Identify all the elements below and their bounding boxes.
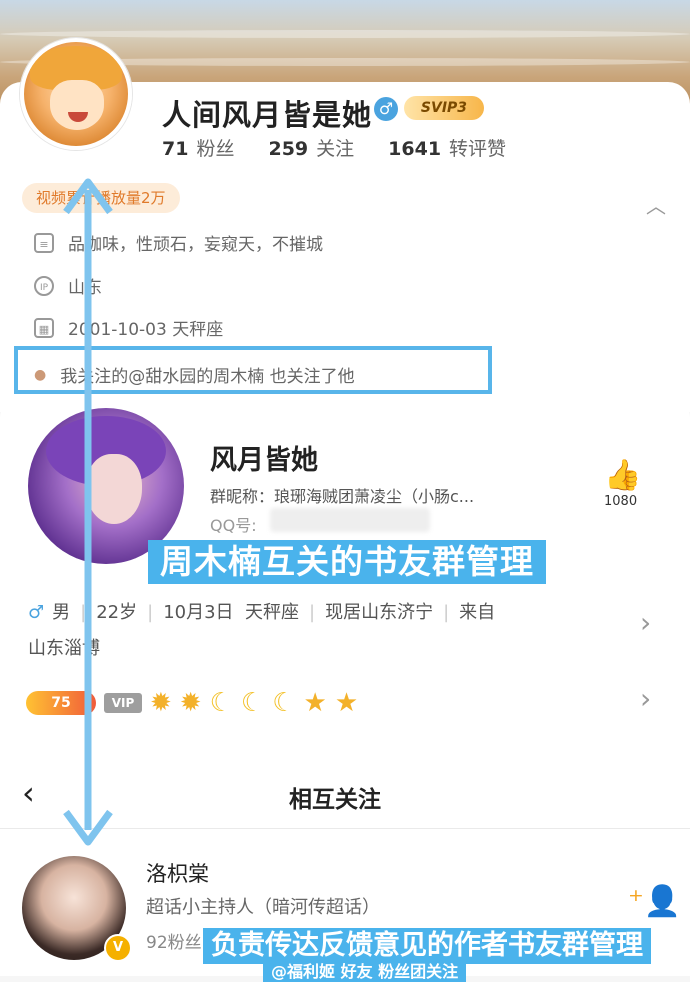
annotation-label: 周木楠互关的书友群管理	[148, 540, 546, 584]
stat-label: 关注	[316, 138, 355, 160]
avatar-face	[50, 80, 104, 130]
weibo-stats: 71 粉丝 259 关注 1641 转评赞	[162, 134, 506, 161]
separator: |	[443, 602, 450, 623]
stat-value: 1641	[388, 138, 442, 160]
moon-icon: ☾	[272, 688, 296, 718]
annotation-label: 负责传达反馈意见的作者书友群管理	[203, 928, 651, 964]
follow-user-name[interactable]: 洛枳棠	[146, 858, 209, 888]
ip-row: IP 山东	[34, 273, 102, 298]
weibo-username: 人间风月皆是她	[162, 98, 373, 132]
thumbs-up-icon[interactable]: 👍	[604, 458, 641, 493]
separator: |	[309, 602, 316, 623]
annotation-highlight-box	[14, 346, 492, 394]
vip-badge: VIP	[104, 693, 142, 713]
birthday-row: ▦ 2001-10-03 天秤座	[34, 315, 223, 340]
gender-text: 男	[52, 602, 71, 623]
back-arrow-icon[interactable]: ‹	[22, 774, 35, 812]
stat-label: 粉丝	[196, 138, 235, 160]
residence-text: 现居山东济宁	[325, 602, 434, 623]
star-icon: ★	[334, 688, 359, 718]
ip-location-icon: IP	[34, 275, 54, 296]
add-friend-icon[interactable]: ⁺👤	[628, 884, 681, 919]
star-icon: ★	[303, 688, 327, 718]
qq-badges-row[interactable]: 75 VIP ✹ ✹ ☾ ☾ ☾ ★ ★	[26, 688, 358, 718]
male-icon: ♂	[374, 97, 398, 121]
like-count: 1080	[604, 494, 638, 509]
page-title: 相互关注	[289, 787, 381, 813]
stat-following[interactable]: 259 关注	[268, 134, 354, 161]
follow-user-desc: 超话小主持人（暗河传超话）	[146, 897, 380, 918]
birthday-text: 2001-10-03 天秤座	[68, 320, 224, 340]
qq-username: 风月皆她	[210, 445, 318, 476]
annotation-label: @福利姬 好友 粉丝团关注	[263, 962, 467, 982]
sun-icon: ✹	[150, 688, 172, 718]
calendar-icon: ▦	[34, 317, 54, 338]
cover-wave	[0, 30, 690, 38]
separator: |	[80, 602, 87, 623]
age-text: 22岁	[96, 602, 138, 623]
male-icon: ♂	[28, 602, 45, 623]
separator: |	[147, 602, 154, 623]
stat-interactions[interactable]: 1641 转评赞	[388, 134, 506, 161]
hometown-text: 山东淄博	[28, 638, 100, 659]
verified-icon: V	[104, 934, 132, 962]
group-nickname: 群昵称：琅琊海贼团萧凌尘（小肠c...	[210, 487, 475, 506]
stat-value: 259	[268, 138, 309, 160]
moon-icon: ☾	[209, 688, 233, 718]
chevron-up-icon[interactable]: ︿	[646, 190, 666, 219]
qq-number-label: QQ号:	[210, 516, 257, 535]
qq-number-redacted	[270, 508, 430, 532]
bio-text: 品咖味，性顽石，妄窥天，不摧城	[68, 235, 323, 255]
hometown-label: 来自	[459, 602, 496, 623]
qq-info-line: ♂ 男 | 22岁 | 10月3日 天秤座 | 现居山东济宁 | 来自	[28, 598, 495, 624]
level-badge: 75	[26, 691, 96, 715]
bio-row: ≡ 品咖味，性顽石，妄窥天，不摧城	[34, 230, 323, 255]
stat-value: 71	[162, 138, 189, 160]
svip-badge[interactable]: SVIP3	[404, 96, 484, 120]
weibo-avatar[interactable]	[20, 38, 132, 162]
avatar-image	[20, 38, 132, 150]
stat-fans[interactable]: 71 粉丝	[162, 134, 234, 161]
sun-icon: ✹	[179, 688, 202, 718]
birthday-text: 10月3日	[163, 602, 234, 623]
divider	[0, 828, 690, 829]
document-icon: ≡	[34, 232, 54, 253]
stat-label: 转评赞	[449, 138, 507, 160]
video-play-tag[interactable]: 视频累计播放量2万	[22, 183, 180, 213]
chevron-right-icon[interactable]: ›	[640, 606, 651, 639]
moon-icon: ☾	[240, 688, 265, 718]
chevron-right-icon[interactable]: ›	[640, 682, 651, 715]
avatar-face	[86, 454, 142, 524]
follow-user-fans: 92粉丝	[146, 933, 202, 953]
zodiac-text: 天秤座	[245, 602, 300, 623]
ip-text: 山东	[68, 278, 102, 298]
